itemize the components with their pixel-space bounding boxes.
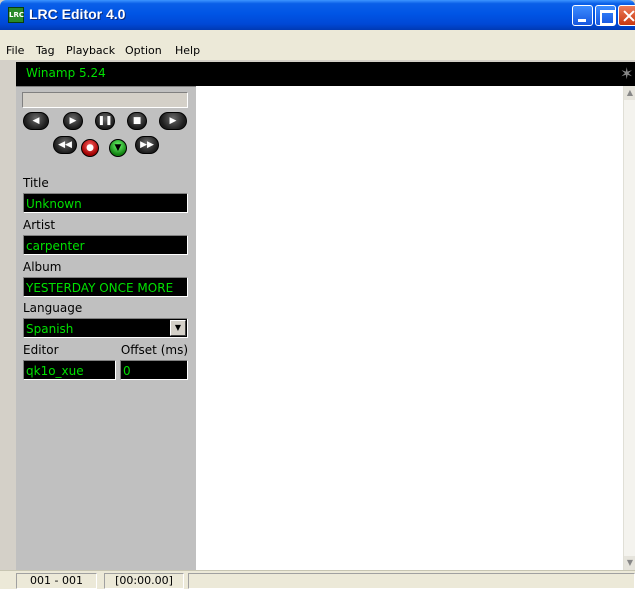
minimize-button[interactable] xyxy=(572,5,593,26)
pause-icon[interactable]: ❚❚ xyxy=(95,112,115,130)
title-label: Title xyxy=(23,176,49,190)
album-field[interactable]: YESTERDAY ONCE MORE xyxy=(23,277,188,297)
offset-label: Offset (ms) xyxy=(120,343,188,357)
tag-icon[interactable]: ▼ xyxy=(109,139,127,157)
player-bar: Winamp 5.24 ✶ xyxy=(16,62,635,86)
vertical-scrollbar[interactable]: ▲ ▼ xyxy=(623,86,635,570)
language-select[interactable]: Spanish ▼ xyxy=(23,318,188,338)
play-icon[interactable]: ▶ xyxy=(63,112,83,130)
editor-field[interactable]: qk1o_xue xyxy=(23,360,116,380)
offset-field[interactable]: 0 xyxy=(120,360,188,380)
stop-icon[interactable]: ■ xyxy=(127,112,147,130)
status-timestamp: [00:00.00] xyxy=(104,573,184,589)
menu-file[interactable]: File xyxy=(6,44,24,57)
player-name: Winamp 5.24 xyxy=(26,66,106,80)
menu-help[interactable]: Help xyxy=(175,44,200,57)
previous-icon[interactable]: ◀ xyxy=(23,112,49,130)
next-icon[interactable]: ▶ xyxy=(159,112,187,130)
editor-label: Editor xyxy=(23,343,59,357)
language-value: Spanish xyxy=(26,322,74,336)
album-label: Album xyxy=(23,260,62,274)
language-label: Language xyxy=(23,301,83,315)
title-bar[interactable]: LRC LRC Editor 4.0 xyxy=(0,0,635,30)
tag-panel: ◀ ▶ ❚❚ ■ ▶ ◀◀ ● ▼ ▶▶ Title Unknown Artis… xyxy=(16,86,196,570)
scroll-down-icon[interactable]: ▼ xyxy=(624,556,635,570)
menu-playback[interactable]: Playback xyxy=(66,44,115,57)
artist-field[interactable]: carpenter xyxy=(23,235,188,255)
title-field[interactable]: Unknown xyxy=(23,193,188,213)
lrc-app-icon: LRC xyxy=(8,7,24,23)
rewind-icon[interactable]: ◀◀ xyxy=(53,136,77,154)
lyrics-editor[interactable] xyxy=(196,86,623,570)
app-window: LRC LRC Editor 4.0 File Tag Playback Opt… xyxy=(0,0,635,589)
record-icon[interactable]: ● xyxy=(81,139,99,157)
close-button[interactable] xyxy=(618,5,635,26)
winamp-logo-icon: ✶ xyxy=(620,64,634,83)
menubar-spacer xyxy=(0,30,635,42)
window-title: LRC Editor 4.0 xyxy=(29,6,126,22)
scroll-up-icon[interactable]: ▲ xyxy=(624,86,635,100)
fast-forward-icon[interactable]: ▶▶ xyxy=(135,136,159,154)
menu-tag[interactable]: Tag xyxy=(36,44,55,57)
seek-bar[interactable] xyxy=(22,92,188,108)
chevron-down-icon[interactable]: ▼ xyxy=(170,320,186,336)
menu-option[interactable]: Option xyxy=(125,44,162,57)
menu-bar: File Tag Playback Option Help xyxy=(0,42,635,60)
status-line-counter: 001 - 001 xyxy=(16,573,97,589)
status-bar: 001 - 001 [00:00.00] xyxy=(0,570,635,589)
artist-label: Artist xyxy=(23,218,56,232)
maximize-button[interactable] xyxy=(595,5,616,26)
status-message xyxy=(188,573,635,589)
